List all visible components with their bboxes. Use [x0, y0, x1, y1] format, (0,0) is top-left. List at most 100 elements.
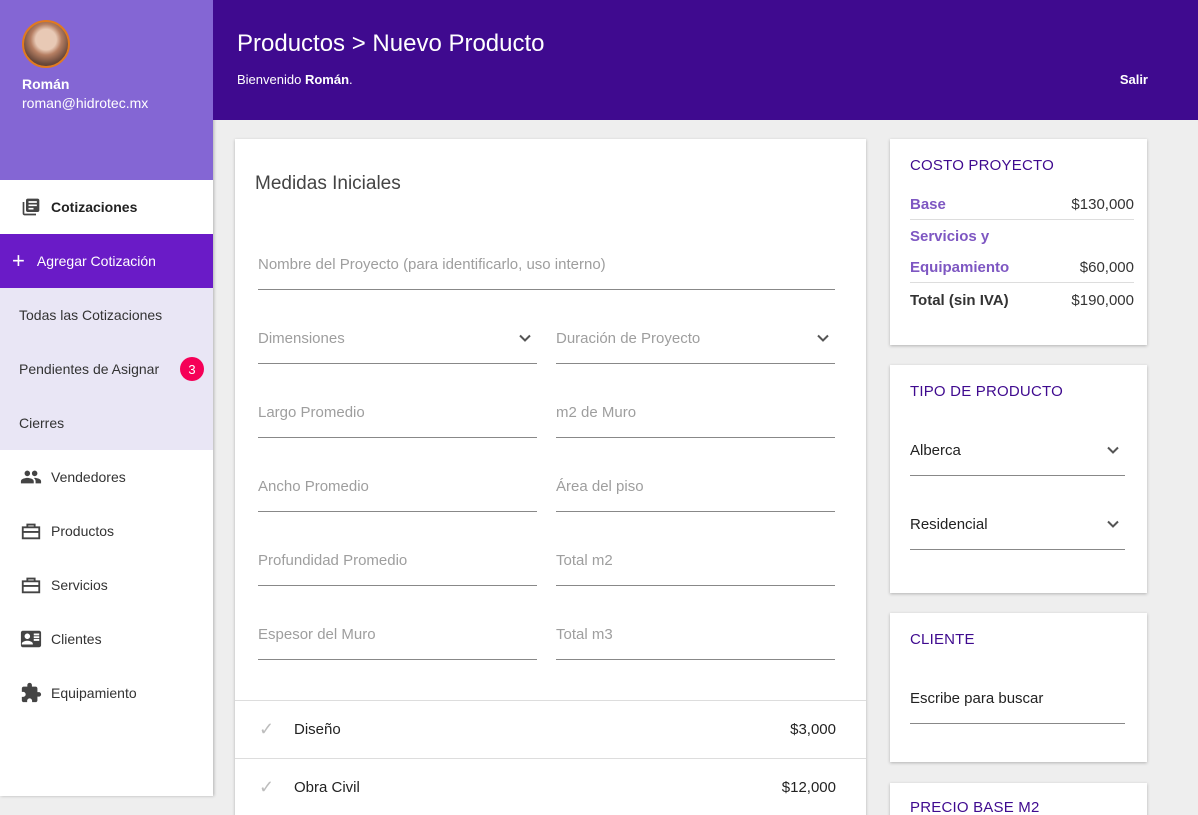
sidebar-item-label: Clientes: [51, 631, 102, 647]
profile-panel: Román roman@hidrotec.mx: [0, 0, 213, 180]
client-title: CLIENTE: [910, 631, 975, 648]
service-price: $12,000: [781, 779, 836, 796]
briefcase-icon: [20, 574, 42, 596]
largo-input[interactable]: Largo Promedio: [258, 390, 537, 438]
cost-total-row: Total (sin IVA) $190,000: [910, 292, 1134, 309]
briefcase-icon: [20, 520, 42, 542]
base-label: Base: [910, 196, 946, 213]
sidebar-item-vendedores[interactable]: Vendedores: [0, 450, 213, 504]
service-price: $3,000: [790, 721, 836, 738]
profundidad-input[interactable]: Profundidad Promedio: [258, 538, 537, 586]
check-icon: ✓: [259, 777, 275, 797]
sidebar-item-label: Todas las Cotizaciones: [19, 307, 163, 323]
total-m3-input[interactable]: Total m3: [556, 612, 835, 660]
espesor-input[interactable]: Espesor del Muro: [258, 612, 537, 660]
cost-services-row: Servicios y Equipamiento $60,000: [910, 228, 1134, 283]
avatar[interactable]: [22, 20, 70, 68]
client-card: CLIENTE Escribe para buscar: [890, 613, 1147, 762]
product-type-select[interactable]: Alberca: [910, 428, 1125, 476]
cost-title: COSTO PROYECTO: [910, 157, 1054, 174]
services-value: $60,000: [1079, 259, 1134, 276]
welcome-text: Bienvenido Román.: [237, 72, 353, 87]
welcome-name: Román: [304, 72, 350, 87]
product-category-value: Residencial: [910, 516, 988, 533]
service-label: Diseño: [294, 721, 341, 738]
sidebar-item-label: Servicios: [51, 577, 108, 593]
total-m3-placeholder: Total m3: [556, 626, 613, 643]
dimensions-select[interactable]: Dimensiones: [258, 316, 537, 364]
list-icon: [20, 196, 42, 218]
client-search-placeholder: Escribe para buscar: [910, 690, 1044, 707]
page-title: Productos > Nuevo Producto: [237, 30, 545, 57]
sidebar-item-label: Vendedores: [51, 469, 126, 485]
ancho-placeholder: Ancho Promedio: [258, 478, 369, 495]
service-label: Obra Civil: [294, 779, 360, 796]
people-icon: [20, 466, 42, 488]
profundidad-placeholder: Profundidad Promedio: [258, 552, 408, 569]
product-type-value: Alberca: [910, 442, 961, 459]
price-base-title: PRECIO BASE M2: [910, 799, 1040, 815]
services-label-line2: Equipamiento: [910, 259, 1010, 276]
total-value: $190,000: [1071, 292, 1134, 309]
plus-icon: +: [12, 248, 25, 273]
total-m2-placeholder: Total m2: [556, 552, 613, 569]
product-type-title: TIPO DE PRODUCTO: [910, 383, 1063, 400]
sidebar-item-closures[interactable]: Cierres: [0, 396, 213, 450]
sidebar-item-servicios[interactable]: Servicios: [0, 558, 213, 612]
largo-placeholder: Largo Promedio: [258, 404, 365, 421]
chevron-down-icon: [517, 330, 533, 350]
add-quote-button[interactable]: + Agregar Cotización: [0, 234, 213, 288]
cost-base-row: Base $130,000: [910, 196, 1134, 220]
sidebar-item-clientes[interactable]: Clientes: [0, 612, 213, 666]
total-label: Total (sin IVA): [910, 292, 1009, 309]
total-m2-input[interactable]: Total m2: [556, 538, 835, 586]
espesor-placeholder: Espesor del Muro: [258, 626, 376, 643]
project-cost-card: COSTO PROYECTO Base $130,000 Servicios y…: [890, 139, 1147, 345]
services-label-line1: Servicios y: [910, 228, 990, 245]
top-header: Productos > Nuevo Producto Bienvenido Ro…: [213, 0, 1198, 120]
sidebar: Román roman@hidrotec.mx Cotizaciones + A…: [0, 0, 213, 796]
duration-select[interactable]: Duración de Proyecto: [556, 316, 835, 364]
sidebar-item-all-quotes[interactable]: Todas las Cotizaciones: [0, 288, 213, 342]
product-type-card: TIPO DE PRODUCTO Alberca Residencial: [890, 365, 1147, 593]
sidebar-item-pending[interactable]: Pendientes de Asignar 3: [0, 342, 213, 396]
user-email: roman@hidrotec.mx: [22, 95, 149, 111]
sidebar-item-label: Cotizaciones: [51, 199, 138, 215]
user-name: Román: [22, 76, 70, 92]
service-row-diseno[interactable]: ✓ Diseño $3,000: [235, 700, 866, 758]
m2-muro-input[interactable]: m2 de Muro: [556, 390, 835, 438]
initial-measures-card: Medidas Iniciales Nombre del Proyecto (p…: [235, 139, 866, 815]
area-piso-input[interactable]: Área del piso: [556, 464, 835, 512]
chevron-down-icon: [1105, 516, 1121, 536]
product-category-select[interactable]: Residencial: [910, 502, 1125, 550]
service-row-obra-civil[interactable]: ✓ Obra Civil $12,000: [235, 758, 866, 815]
pending-count-badge: 3: [180, 357, 204, 381]
area-piso-placeholder: Área del piso: [556, 478, 644, 495]
duration-label: Duración de Proyecto: [556, 330, 701, 347]
base-value: $130,000: [1071, 196, 1134, 213]
contact-card-icon: [20, 628, 42, 650]
project-name-placeholder: Nombre del Proyecto (para identificarlo,…: [258, 256, 606, 273]
ancho-input[interactable]: Ancho Promedio: [258, 464, 537, 512]
dimensions-label: Dimensiones: [258, 330, 345, 347]
price-base-card: PRECIO BASE M2: [890, 783, 1147, 815]
m2-muro-placeholder: m2 de Muro: [556, 404, 637, 421]
chevron-down-icon: [1105, 442, 1121, 462]
sidebar-item-label: Cierres: [19, 415, 65, 431]
project-name-input[interactable]: Nombre del Proyecto (para identificarlo,…: [258, 242, 835, 290]
sidebar-item-equipamiento[interactable]: Equipamiento: [0, 666, 213, 720]
logout-link[interactable]: Salir: [1120, 72, 1148, 87]
quotes-subnav: Todas las Cotizaciones Pendientes de Asi…: [0, 288, 213, 450]
chevron-down-icon: [815, 330, 831, 350]
client-search-input[interactable]: Escribe para buscar: [910, 676, 1125, 724]
sidebar-item-productos[interactable]: Productos: [0, 504, 213, 558]
card-title: Medidas Iniciales: [255, 173, 401, 194]
sidebar-item-label: Equipamiento: [51, 685, 137, 701]
sidebar-item-label: Productos: [51, 523, 115, 539]
sidebar-item-cotizaciones[interactable]: Cotizaciones: [0, 180, 213, 234]
check-icon: ✓: [259, 719, 275, 739]
puzzle-icon: [20, 682, 42, 704]
sidebar-item-label: Pendientes de Asignar: [19, 361, 160, 377]
add-quote-label: Agregar Cotización: [36, 253, 156, 269]
welcome-suffix: .: [349, 72, 353, 87]
